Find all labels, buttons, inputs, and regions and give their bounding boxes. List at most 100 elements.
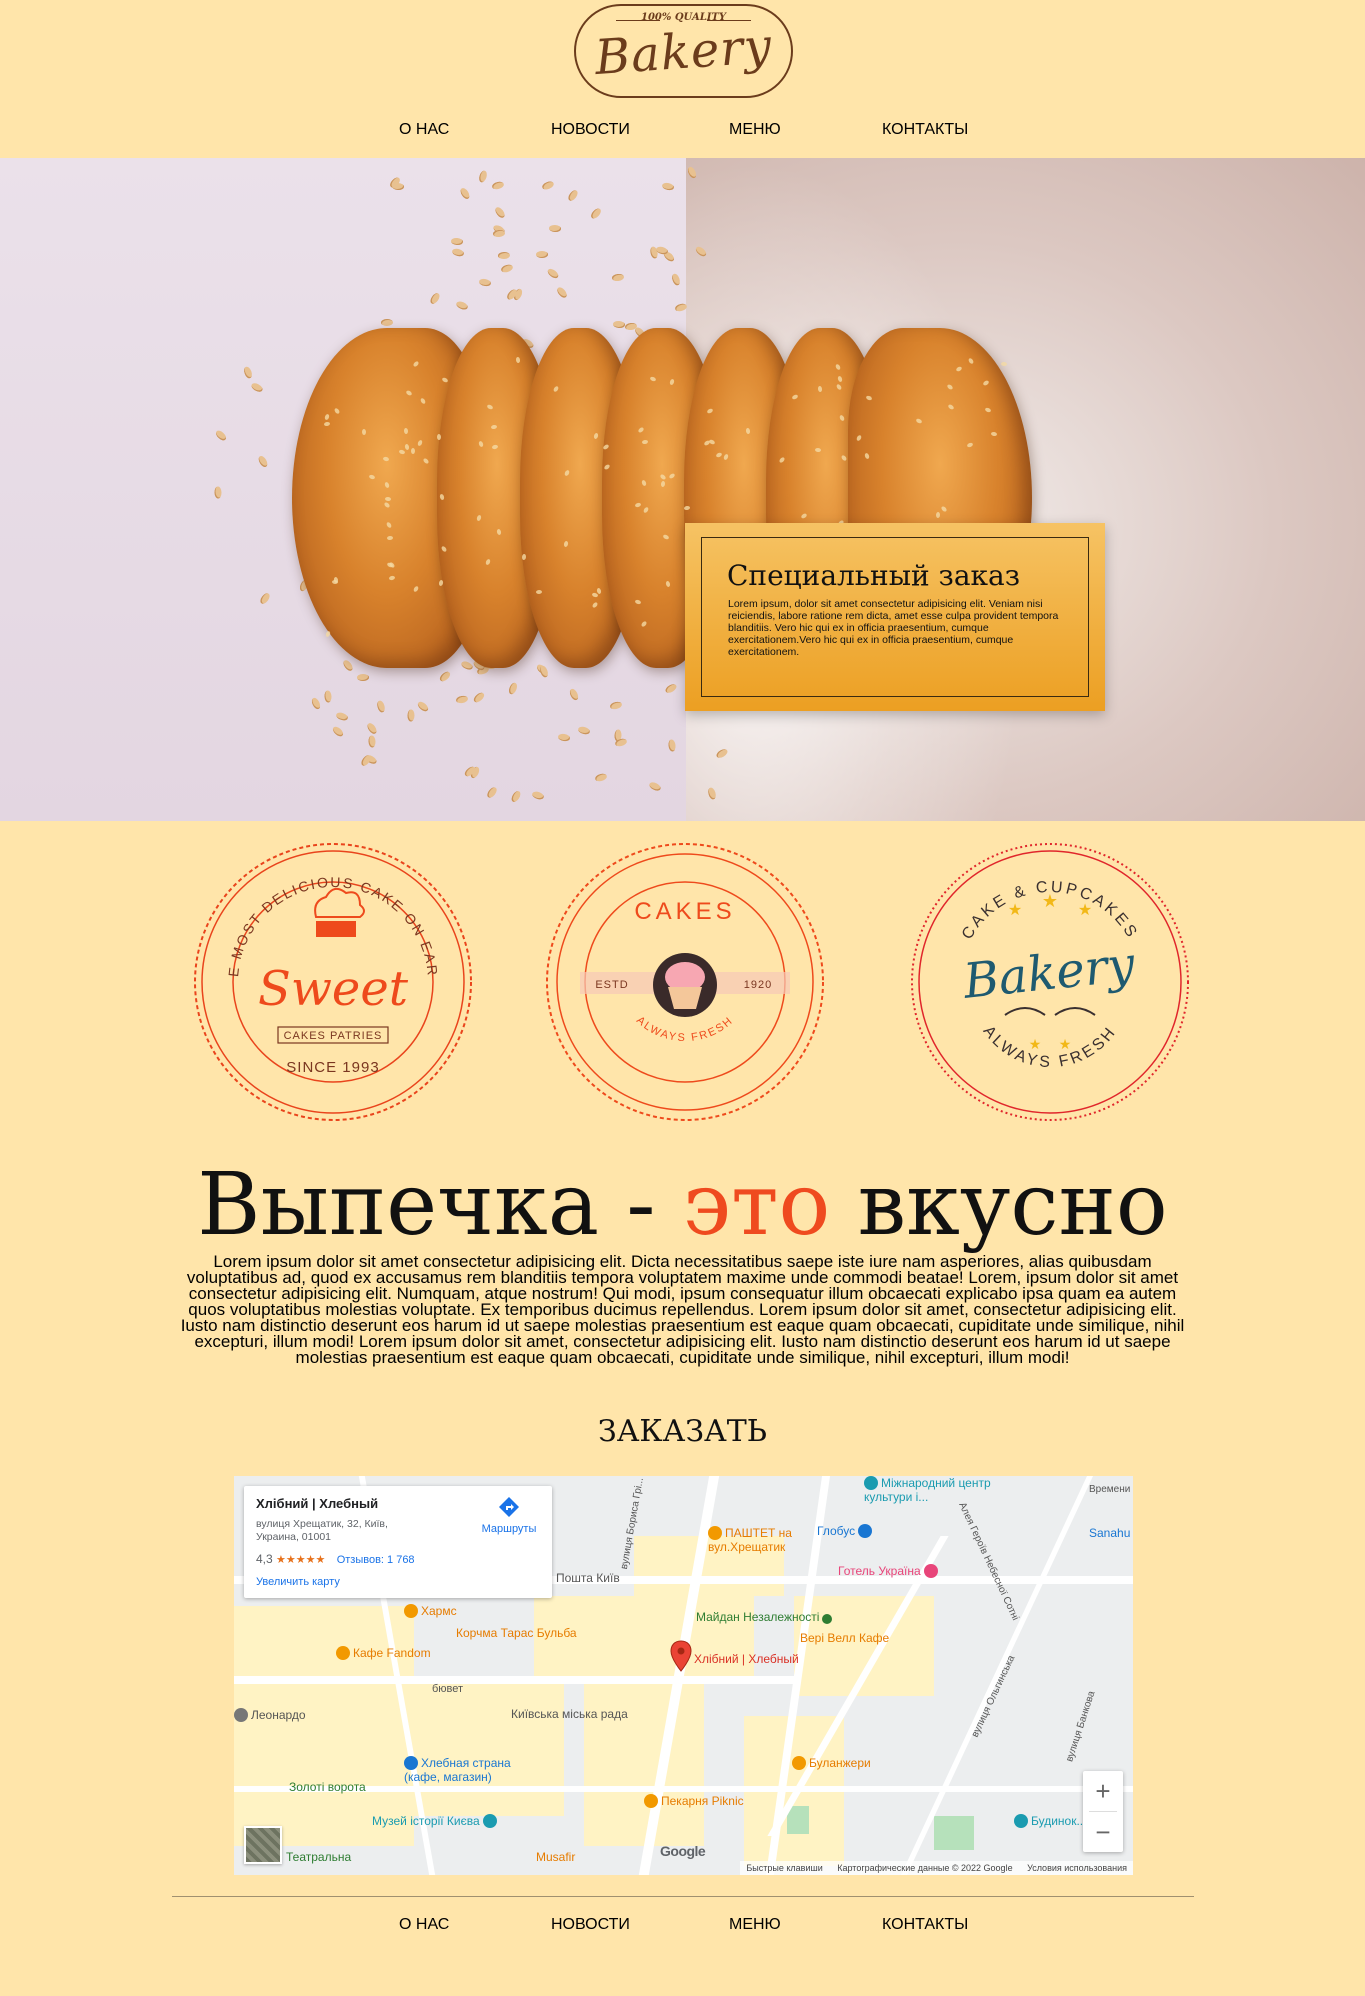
poi-label: Пекарня Piknic bbox=[661, 1794, 744, 1808]
poi-label: Вері Велл Кафе bbox=[800, 1631, 890, 1645]
map-poi[interactable]: бювет bbox=[432, 1683, 463, 1695]
map-poi[interactable]: Глобус bbox=[817, 1524, 875, 1538]
metro-icon bbox=[822, 1614, 833, 1624]
cakes-badge: CAKES ESTD 1920 ALWAYS FRESH bbox=[546, 843, 824, 1121]
star-icon: ★ bbox=[1042, 891, 1058, 911]
bread-seed bbox=[814, 447, 822, 452]
nav-item-news[interactable]: НОВОСТИ bbox=[551, 121, 630, 139]
reviews-link[interactable]: Отзывов: 1 768 bbox=[337, 1554, 415, 1566]
map-pin-icon[interactable] bbox=[670, 1640, 692, 1672]
special-order-text: Lorem ipsum, dolor sit amet consectetur … bbox=[728, 598, 1059, 658]
logo-name: Bakery bbox=[593, 17, 774, 87]
poi-label: Театральна bbox=[286, 1850, 352, 1864]
footer-nav-menu[interactable]: МЕНЮ bbox=[729, 1916, 781, 1934]
map-info-card: Хлібний | Хлебный вулиця Хрещатик, 32, К… bbox=[244, 1486, 552, 1598]
title-part1: Выпечка - bbox=[197, 1155, 683, 1255]
map-poi[interactable]: Musafir bbox=[536, 1850, 575, 1864]
nav-item-about[interactable]: О НАС bbox=[399, 121, 449, 139]
nav-item-contacts[interactable]: КОНТАКТЫ bbox=[882, 121, 968, 139]
bakery-logo[interactable]: 100% QUALITY Bakery bbox=[574, 4, 793, 98]
badge-bottom-text: ALWAYS FRESH bbox=[634, 1014, 736, 1044]
map-poi[interactable]: Буланжери bbox=[792, 1756, 871, 1770]
poi-label: Хармс bbox=[421, 1604, 457, 1618]
bread-seed bbox=[436, 434, 441, 441]
poi-icon bbox=[708, 1526, 722, 1540]
bread-seed bbox=[324, 630, 331, 638]
badge-left-text: ESTD bbox=[595, 979, 628, 991]
poi-icon bbox=[864, 1476, 878, 1490]
map-poi[interactable]: Пошта Київ bbox=[556, 1571, 620, 1585]
wheat-icon bbox=[1004, 1007, 1046, 1016]
map-block bbox=[584, 1676, 704, 1846]
rating-stars: ★★★★★ bbox=[276, 1554, 326, 1566]
map-poi[interactable]: Будинок... bbox=[1014, 1814, 1086, 1828]
chef-hat-icon bbox=[314, 887, 365, 918]
nav-item-menu[interactable]: МЕНЮ bbox=[729, 121, 781, 139]
footer-nav-news[interactable]: НОВОСТИ bbox=[551, 1916, 630, 1934]
map-poi[interactable]: ПАШТЕТ на вул.Хрещатик bbox=[708, 1526, 818, 1554]
map-poi[interactable]: Вері Велл Кафе bbox=[800, 1631, 889, 1645]
poi-icon bbox=[404, 1756, 418, 1770]
star-icon: ★ bbox=[1059, 1036, 1072, 1052]
poi-label: Хлебная страна (кафе, магазин) bbox=[404, 1756, 511, 1784]
badge-main-text: Bakery bbox=[960, 936, 1138, 1010]
zoom-in-button[interactable]: + bbox=[1083, 1771, 1123, 1811]
footer-nav-about[interactable]: О НАС bbox=[399, 1916, 449, 1934]
google-map[interactable]: вулиця Бориса Грі... Алея Героїв Небесно… bbox=[234, 1476, 1133, 1875]
star-icon: ★ bbox=[1029, 1036, 1042, 1052]
map-poi[interactable]: Майдан Незалежності bbox=[696, 1610, 835, 1624]
google-logo: Google bbox=[660, 1843, 706, 1859]
street-label: вулиця Банкова bbox=[1064, 1689, 1098, 1764]
satellite-toggle[interactable] bbox=[244, 1826, 282, 1864]
map-poi[interactable]: Хармс bbox=[404, 1604, 457, 1618]
map-poi[interactable]: Кафе Fandom bbox=[336, 1646, 431, 1660]
map-poi[interactable]: Леонардо bbox=[234, 1708, 306, 1722]
rating-value: 4,3 bbox=[256, 1552, 273, 1566]
order-button[interactable]: ЗАКАЗАТЬ bbox=[0, 1414, 1365, 1449]
bread-seed bbox=[384, 496, 392, 501]
poi-icon bbox=[482, 1814, 497, 1828]
map-poi[interactable]: Міжнародний центр культури і... bbox=[864, 1476, 1014, 1504]
oat-flake bbox=[324, 690, 332, 703]
map-poi[interactable]: Театральна bbox=[286, 1850, 351, 1864]
street-label: вулиця Ольгинська bbox=[969, 1653, 1018, 1740]
star-icon: ★ bbox=[1008, 902, 1022, 919]
place-rating-row: 4,3 ★★★★★ Отзывов: 1 768 bbox=[256, 1552, 415, 1566]
cake-icon bbox=[316, 921, 356, 937]
poi-label: Майдан Незалежності bbox=[696, 1610, 820, 1624]
oat-flake bbox=[535, 250, 548, 258]
map-poi[interactable]: Київська міська рада bbox=[511, 1707, 628, 1721]
poi-label: Київська міська рада bbox=[511, 1707, 628, 1721]
title-part2: вкусно bbox=[830, 1155, 1168, 1255]
directions-label: Маршруты bbox=[481, 1523, 537, 1535]
map-poi[interactable]: Готель Україна bbox=[838, 1564, 941, 1578]
directions-icon bbox=[499, 1497, 519, 1517]
poi-label: бювет bbox=[432, 1683, 464, 1695]
map-poi[interactable]: Корчма Тарас Бульба bbox=[456, 1626, 577, 1640]
map-park bbox=[934, 1816, 974, 1850]
map-poi[interactable]: Пекарня Piknic bbox=[644, 1794, 744, 1808]
zoom-out-button[interactable]: − bbox=[1083, 1812, 1123, 1852]
terms-link[interactable]: Условия использования bbox=[1027, 1863, 1127, 1873]
map-pin-label[interactable]: Хлібний | Хлебный bbox=[694, 1652, 799, 1666]
keyboard-shortcuts-link[interactable]: Быстрые клавиши bbox=[746, 1863, 822, 1873]
poi-label: Готель Україна bbox=[838, 1564, 921, 1578]
map-poi[interactable]: Золоті ворота bbox=[289, 1780, 366, 1794]
poi-label: Будинок... bbox=[1031, 1814, 1087, 1828]
title-accent: это bbox=[682, 1155, 831, 1255]
poi-icon bbox=[404, 1604, 418, 1618]
badge-bottom-text: ALWAYS FRESH bbox=[980, 1023, 1121, 1071]
footer-nav-contacts[interactable]: КОНТАКТЫ bbox=[882, 1916, 968, 1934]
bread-seed bbox=[403, 427, 409, 435]
directions-button[interactable]: Маршруты bbox=[474, 1496, 544, 1535]
map-poi[interactable]: Sanahu bbox=[1089, 1526, 1130, 1540]
page-body-text: Lorem ipsum dolor sit amet consectetur a… bbox=[180, 1252, 1185, 1367]
map-poi[interactable]: Музей історії Києва bbox=[372, 1814, 500, 1828]
special-order-box[interactable]: Специальный заказ Lorem ipsum, dolor sit… bbox=[685, 523, 1105, 711]
enlarge-map-link[interactable]: Увеличить карту bbox=[256, 1576, 340, 1588]
poi-label: Корчма Тарас Бульба bbox=[456, 1626, 577, 1640]
map-poi[interactable]: Хлебная страна (кафе, магазин) bbox=[404, 1756, 514, 1784]
map-footer: Быстрые клавиши Картографические данные … bbox=[740, 1861, 1133, 1875]
bread-seed bbox=[1000, 361, 1008, 367]
poi-label: Кафе Fandom bbox=[353, 1646, 431, 1660]
